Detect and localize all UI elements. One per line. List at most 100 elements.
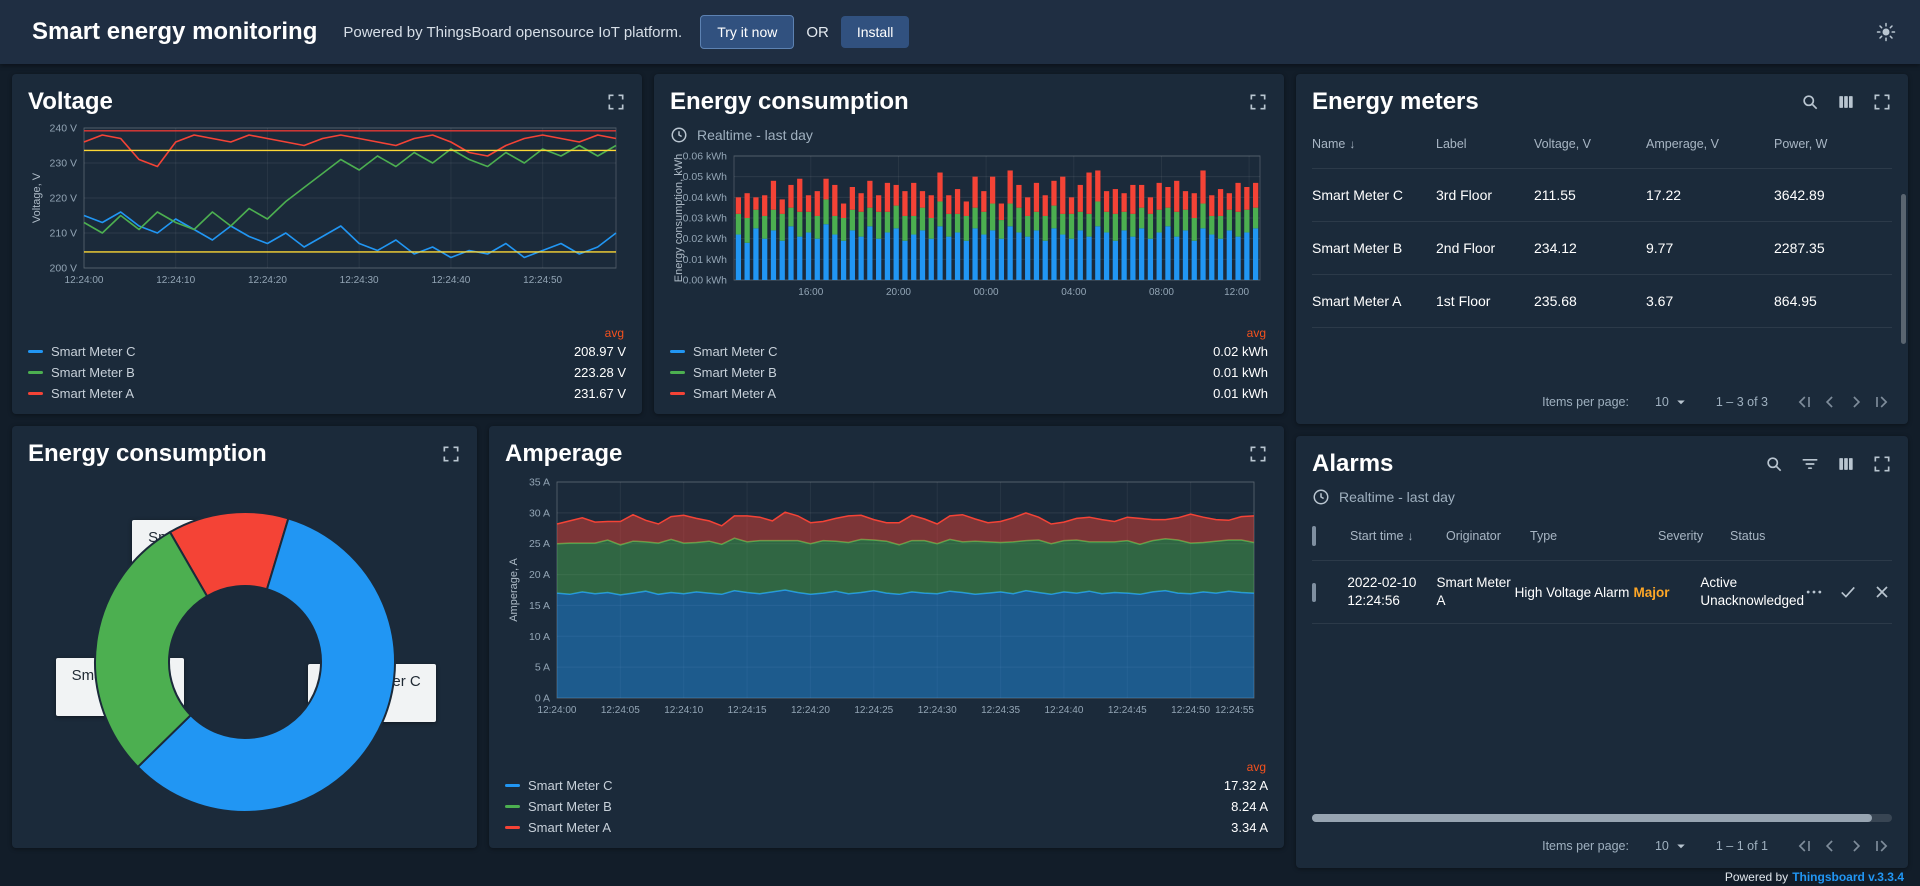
next-page-button[interactable] (1846, 836, 1866, 856)
svg-text:12:24:00: 12:24:00 (65, 275, 104, 286)
column-header-severity[interactable]: Severity (1658, 529, 1730, 543)
first-page-button[interactable] (1794, 392, 1814, 412)
legend-item[interactable]: Smart Meter B 0.01 kWh (670, 362, 1268, 383)
fullscreen-icon[interactable] (606, 92, 626, 112)
cell-label: 2nd Floor (1436, 240, 1534, 256)
thingsboard-version-link[interactable]: Thingsboard v.3.3.4 (1792, 870, 1904, 884)
alarms-widget: Alarms (1296, 436, 1908, 868)
alarm-row[interactable]: 2022-02-1012:24:56 Smart Meter A High Vo… (1312, 561, 1892, 624)
cell-severity: Major (1634, 585, 1701, 600)
column-header-type[interactable]: Type (1530, 529, 1658, 543)
table-row[interactable]: Smart Meter B 2nd Floor 234.12 9.77 2287… (1312, 222, 1892, 275)
legend-item[interactable]: Smart Meter B 8.24 A (505, 796, 1268, 817)
legend-item[interactable]: Smart Meter A 0.01 kWh (670, 383, 1268, 404)
last-page-button[interactable] (1872, 836, 1892, 856)
svg-text:12:24:30: 12:24:30 (918, 705, 957, 716)
fullscreen-icon[interactable] (1872, 92, 1892, 112)
legend-item[interactable]: Smart Meter A 231.67 V (28, 383, 626, 404)
voltage-legend: avg Smart Meter C 208.97 V Smart Meter B… (28, 322, 626, 404)
table-row[interactable]: Smart Meter C 3rd Floor 211.55 17.22 364… (1312, 169, 1892, 222)
search-icon[interactable] (1800, 92, 1820, 112)
dropdown-caret-icon (1672, 393, 1690, 411)
legend-item[interactable]: Smart Meter C 208.97 V (28, 341, 626, 362)
column-header-originator[interactable]: Originator (1446, 529, 1530, 543)
items-per-page-select[interactable]: 10 (1655, 393, 1690, 411)
energy-meters-widget: Energy meters Name↓ Label Voltage, V (1296, 74, 1908, 424)
series-name: Smart Meter B (528, 799, 612, 814)
select-all-checkbox[interactable] (1312, 526, 1316, 546)
svg-text:Amperage, A: Amperage, A (508, 558, 520, 622)
search-icon[interactable] (1764, 454, 1784, 474)
acknowledge-check-icon[interactable] (1838, 582, 1858, 602)
previous-page-button[interactable] (1820, 836, 1840, 856)
svg-text:0.05 kWh: 0.05 kWh (683, 171, 728, 183)
or-label: OR (806, 24, 829, 41)
fullscreen-icon[interactable] (441, 444, 461, 464)
row-checkbox[interactable] (1312, 583, 1316, 602)
legend-item[interactable]: Smart Meter C 17.32 A (505, 775, 1268, 796)
cell-amperage: 17.22 (1646, 187, 1774, 203)
first-page-button[interactable] (1794, 836, 1814, 856)
fullscreen-icon[interactable] (1872, 454, 1892, 474)
svg-text:12:24:50: 12:24:50 (523, 275, 562, 286)
cell-label: 1st Floor (1436, 293, 1534, 309)
column-header-status[interactable]: Status (1730, 529, 1836, 543)
series-name: Smart Meter C (693, 344, 778, 359)
svg-text:5 A: 5 A (535, 662, 550, 674)
next-page-button[interactable] (1846, 392, 1866, 412)
horizontal-scrollbar[interactable] (1312, 814, 1892, 822)
svg-text:25 A: 25 A (529, 538, 550, 550)
filter-icon[interactable] (1800, 454, 1820, 474)
app-header: Smart energy monitoring Powered by Thing… (0, 0, 1920, 64)
alarms-header-row: Start time↓ Originator Type Severity Sta… (1312, 512, 1892, 561)
column-header-name[interactable]: Name↓ (1312, 137, 1436, 151)
donut-chart: Smart Meter A13% Smart Meter B29% Smart … (12, 472, 477, 838)
column-header-label[interactable]: Label (1436, 137, 1534, 151)
column-header-amperage[interactable]: Amperage, V (1646, 137, 1774, 151)
column-header-voltage[interactable]: Voltage, V (1534, 137, 1646, 151)
clear-alarm-icon[interactable] (1872, 582, 1892, 602)
column-header-start-time[interactable]: Start time↓ (1350, 529, 1446, 543)
install-button[interactable]: Install (841, 16, 910, 48)
cell-voltage: 211.55 (1534, 187, 1646, 203)
amperage-widget: Amperage 35 A30 A25 A20 A15 A10 A5 A0 A1… (489, 426, 1284, 848)
card-title-energy-pie: Energy consumption (28, 440, 267, 468)
svg-text:230 V: 230 V (50, 158, 77, 170)
table-pagination: Items per page: 10 1 – 3 of 3 (1312, 380, 1892, 414)
svg-text:12:24:20: 12:24:20 (248, 275, 287, 286)
cell-amperage: 3.67 (1646, 293, 1774, 309)
svg-text:0 A: 0 A (535, 693, 550, 705)
svg-text:12:24:15: 12:24:15 (728, 705, 767, 716)
fullscreen-icon[interactable] (1248, 92, 1268, 112)
columns-icon[interactable] (1836, 92, 1856, 112)
app-title: Smart energy monitoring (32, 18, 317, 46)
legend-item[interactable]: Smart Meter B 223.28 V (28, 362, 626, 383)
scrollbar-thumb[interactable] (1312, 814, 1872, 822)
cell-start-time: 2022-02-1012:24:56 (1347, 574, 1436, 610)
table-row[interactable]: Smart Meter A 1st Floor 235.68 3.67 864.… (1312, 275, 1892, 328)
try-it-now-button[interactable]: Try it now (700, 15, 794, 49)
cell-power: 3642.89 (1774, 187, 1892, 203)
clock-icon (670, 126, 688, 144)
columns-icon[interactable] (1836, 454, 1856, 474)
header-subtitle: Powered by ThingsBoard opensource IoT pl… (343, 24, 682, 41)
fullscreen-icon[interactable] (1248, 444, 1268, 464)
legend-item[interactable]: Smart Meter A 3.34 A (505, 817, 1268, 838)
timewindow-label[interactable]: Realtime - last day (697, 127, 813, 143)
cell-voltage: 234.12 (1534, 240, 1646, 256)
svg-text:12:24:05: 12:24:05 (601, 705, 640, 716)
page-range-label: 1 – 1 of 1 (1716, 839, 1768, 853)
legend-item[interactable]: Smart Meter C 0.02 kWh (670, 341, 1268, 362)
vertical-scrollbar[interactable] (1901, 194, 1906, 344)
timewindow-label[interactable]: Realtime - last day (1339, 489, 1455, 505)
dropdown-caret-icon (1672, 837, 1690, 855)
cell-name: Smart Meter A (1312, 293, 1436, 309)
items-per-page-select[interactable]: 10 (1655, 837, 1690, 855)
brightness-icon[interactable] (1876, 22, 1896, 42)
more-actions-icon[interactable] (1804, 582, 1824, 602)
last-page-button[interactable] (1872, 392, 1892, 412)
column-header-power[interactable]: Power, W (1774, 137, 1892, 151)
svg-text:16:00: 16:00 (798, 287, 823, 298)
svg-text:12:24:45: 12:24:45 (1108, 705, 1147, 716)
previous-page-button[interactable] (1820, 392, 1840, 412)
